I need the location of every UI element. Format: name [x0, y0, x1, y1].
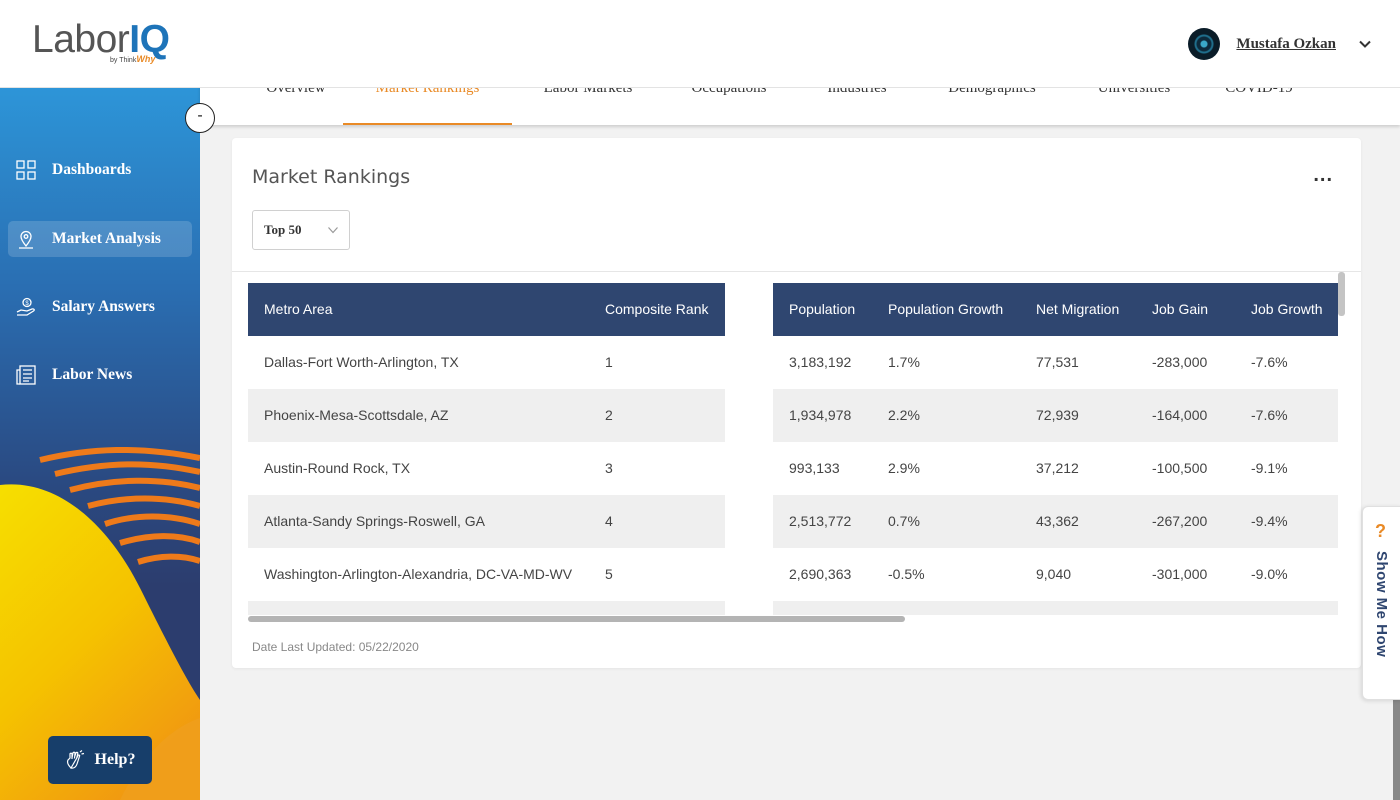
net-migration-cell: 9,040 [1036, 566, 1072, 582]
sidebar-collapse-button[interactable]: - [185, 103, 215, 133]
page-scrollbar[interactable] [1393, 700, 1400, 800]
column-header-net-migration[interactable]: Net Migration [1036, 283, 1119, 336]
show-me-how-tab[interactable]: ? Show Me How [1362, 506, 1400, 700]
metro-area-cell: Dallas-Fort Worth-Arlington, TX [264, 354, 459, 370]
column-header-metro-area[interactable]: Metro Area [264, 283, 332, 336]
metro-area-cell: Atlanta-Sandy Springs-Roswell, GA [264, 513, 485, 529]
sidebar-item-salary-answers[interactable]: $ Salary Answers [8, 289, 192, 325]
population-growth-cell: -0.5% [888, 566, 925, 582]
job-gain-cell: -267,200 [1152, 513, 1208, 529]
sidebar-item-market-analysis[interactable]: Market Analysis [8, 221, 192, 257]
hand-wave-icon [66, 750, 84, 769]
net-migration-cell: 72,939 [1036, 407, 1079, 423]
vertical-scrollbar[interactable] [1338, 272, 1345, 316]
salary-hand-icon: $ [16, 297, 35, 316]
sidebar-item-dashboards[interactable]: Dashboards [8, 152, 192, 188]
composite-rank-cell: 5 [605, 566, 613, 582]
population-growth-cell: 2.2% [888, 407, 920, 423]
table-row[interactable]: Atlanta-Sandy Springs-Roswell, GA 4 [248, 495, 725, 548]
user-name[interactable]: Mustafa Ozkan [1236, 36, 1336, 53]
job-gain-cell: -164,000 [1152, 407, 1208, 423]
chevron-down-icon [328, 227, 338, 234]
population-growth-cell: 0.7% [888, 513, 920, 529]
population-growth-cell: 1.7% [888, 354, 920, 370]
more-options-button[interactable]: ... [1313, 165, 1333, 185]
column-header-population-growth[interactable]: Population Growth [888, 283, 1003, 336]
logo-subtitle: by ThinkWhy [110, 54, 156, 64]
column-header-composite-rank[interactable]: Composite Rank [605, 283, 709, 336]
job-growth-cell: -7.6% [1251, 407, 1288, 423]
job-gain-cell: -100,500 [1152, 460, 1208, 476]
show-me-how-label: Show Me How [1373, 551, 1390, 658]
net-migration-cell: 43,362 [1036, 513, 1079, 529]
net-migration-cell: 37,212 [1036, 460, 1079, 476]
card-title: Market Rankings [252, 166, 411, 188]
job-growth-cell: -9.0% [1251, 566, 1288, 582]
column-header-job-gain[interactable]: Job Gain [1152, 283, 1208, 336]
metro-area-cell: Washington-Arlington-Alexandria, DC-VA-M… [264, 566, 573, 582]
metro-stats-table: Population Population Growth Net Migrati… [773, 283, 1338, 615]
question-icon: ? [1375, 521, 1386, 541]
newspaper-icon [16, 365, 36, 385]
table-row[interactable]: 3,183,192 1.7% 77,531 -283,000 -7.6% [773, 336, 1338, 389]
top-header: LaborIQ by ThinkWhy Mustafa Ozkan [0, 0, 1400, 88]
table-header-row: Metro Area Composite Rank [248, 283, 725, 336]
population-cell: 2,513,772 [789, 513, 852, 529]
table-row[interactable]: 993,133 2.9% 37,212 -100,500 -9.1% [773, 442, 1338, 495]
user-menu[interactable]: Mustafa Ozkan [1188, 28, 1372, 60]
sidebar: Dashboards Market Analysis $ Salary Answ… [0, 88, 200, 800]
table-row[interactable] [773, 601, 1338, 615]
divider [232, 271, 1361, 272]
sidebar-item-label: Labor News [52, 366, 133, 383]
sidebar-item-label: Dashboards [52, 161, 132, 178]
population-cell: 2,690,363 [789, 566, 852, 582]
table-header-row: Population Population Growth Net Migrati… [773, 283, 1338, 336]
job-growth-cell: -7.6% [1251, 354, 1288, 370]
table-row[interactable] [248, 601, 725, 615]
column-header-population[interactable]: Population [789, 283, 855, 336]
table-row[interactable]: Austin-Round Rock, TX 3 [248, 442, 725, 495]
market-rankings-card: Market Rankings ... Top 50 Metro Area Co… [232, 138, 1361, 668]
composite-rank-cell: 3 [605, 460, 613, 476]
composite-rank-cell: 2 [605, 407, 613, 423]
help-button[interactable]: Help? [48, 736, 152, 784]
table-row[interactable]: Phoenix-Mesa-Scottsdale, AZ 2 [248, 389, 725, 442]
location-pin-icon [19, 230, 33, 249]
table-row[interactable]: Washington-Arlington-Alexandria, DC-VA-M… [248, 548, 725, 601]
net-migration-cell: 77,531 [1036, 354, 1079, 370]
column-header-job-growth[interactable]: Job Growth [1251, 283, 1323, 336]
composite-rank-cell: 1 [605, 354, 613, 370]
composite-rank-cell: 4 [605, 513, 613, 529]
sidebar-item-label: Salary Answers [52, 298, 155, 315]
population-cell: 1,934,978 [789, 407, 852, 423]
job-growth-cell: -9.1% [1251, 460, 1288, 476]
sidebar-item-labor-news[interactable]: Labor News [8, 357, 192, 393]
select-value: Top 50 [264, 222, 302, 237]
table-row[interactable]: 1,934,978 2.2% 72,939 -164,000 -7.6% [773, 389, 1338, 442]
laboriq-logo[interactable]: LaborIQ by ThinkWhy [32, 18, 182, 72]
job-gain-cell: -283,000 [1152, 354, 1208, 370]
metro-rank-table: Metro Area Composite Rank Dallas-Fort Wo… [248, 283, 725, 615]
date-last-updated: Date Last Updated: 05/22/2020 [252, 640, 419, 654]
population-cell: 3,183,192 [789, 354, 852, 370]
chevron-down-icon[interactable] [1358, 37, 1372, 51]
avatar[interactable] [1188, 28, 1221, 60]
metro-area-cell: Austin-Round Rock, TX [264, 460, 411, 476]
horizontal-scrollbar[interactable] [248, 616, 905, 622]
population-growth-cell: 2.9% [888, 460, 920, 476]
job-gain-cell: -301,000 [1152, 566, 1208, 582]
table-row[interactable]: 2,690,363 -0.5% 9,040 -301,000 -9.0% [773, 548, 1338, 601]
table-row[interactable]: Dallas-Fort Worth-Arlington, TX 1 [248, 336, 725, 389]
sidebar-item-label: Market Analysis [52, 230, 161, 247]
job-growth-cell: -9.4% [1251, 513, 1288, 529]
table-row[interactable]: 2,513,772 0.7% 43,362 -267,200 -9.4% [773, 495, 1338, 548]
help-label: Help? [94, 751, 136, 768]
metro-area-cell: Phoenix-Mesa-Scottsdale, AZ [264, 407, 449, 423]
population-cell: 993,133 [789, 460, 840, 476]
grid-icon [16, 160, 36, 180]
top-n-select[interactable]: Top 50 [252, 210, 350, 250]
